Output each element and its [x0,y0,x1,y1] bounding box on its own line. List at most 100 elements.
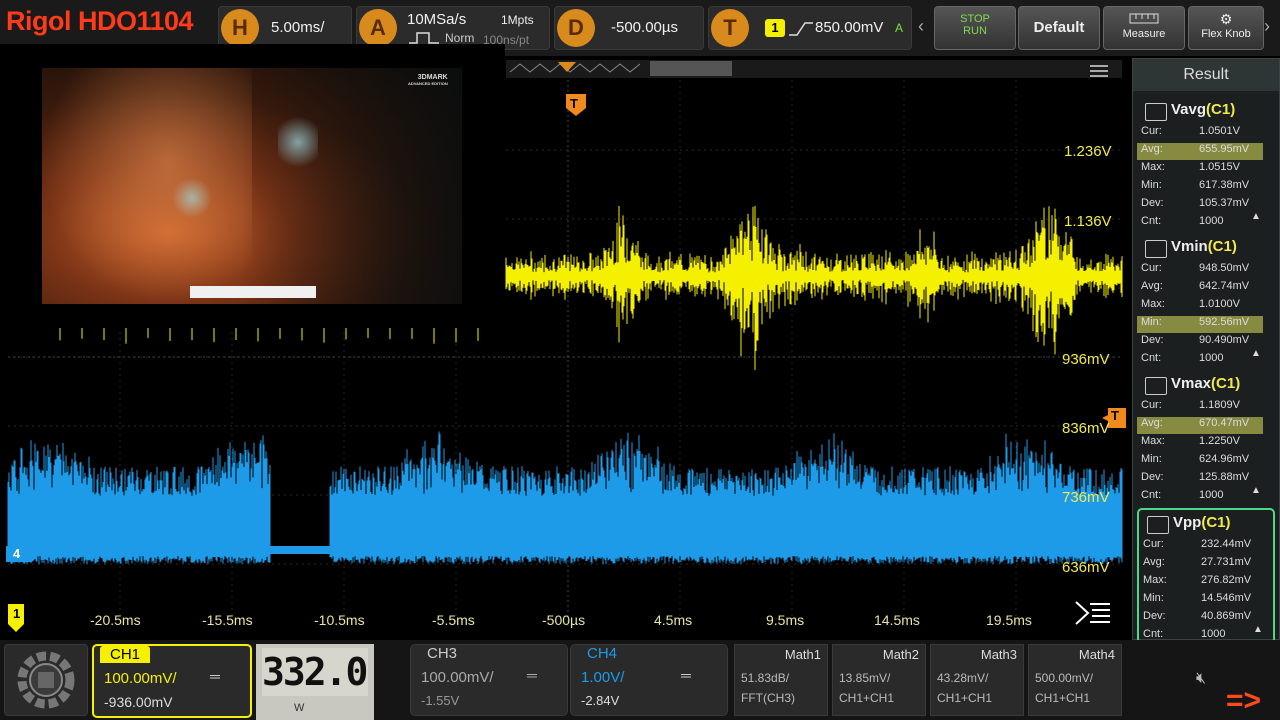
stat-value: 40.869mV [1201,610,1252,622]
expand-arrow-icon[interactable]: ▲ [1251,211,1261,222]
light-glow [278,112,318,172]
chevron-left-icon[interactable]: ‹ [918,16,924,37]
stat-value: 670.47mV [1199,417,1250,429]
math1-label: Math1 [784,647,821,662]
stat-value: 276.82mV [1201,574,1252,586]
stat-value: 232.44mV [1201,538,1252,550]
measurement-row-min: Min: 624.96mV [1137,453,1263,470]
measurement-row-cur: Cur: 232.44mV [1139,538,1265,555]
stat-label: Avg: [1141,280,1163,292]
measurement-name: Vmin(C1) [1171,238,1237,255]
math1-panel[interactable]: Math1 51.83dB/ FFT(CH3) [734,644,828,716]
stat-value: 125.88mV [1199,471,1250,483]
measure-button[interactable]: Measure [1103,6,1185,50]
measurement-row-min: Min: 14.546mV [1139,592,1265,609]
time-label: 9.5ms [766,612,805,628]
flex-knob-button[interactable]: ⚙ Flex Knob [1188,6,1264,50]
scale-label: 936mV [1062,351,1110,368]
ch4-marker[interactable]: 4 [13,546,20,561]
stat-value: 1.0501V [1199,125,1240,137]
stop-label: STOP [960,13,990,25]
ch3-label: CH3 [427,645,458,662]
measurement-row-max: Max: 1.0515V [1137,161,1263,178]
math2-panel[interactable]: Math2 13.85mV/ CH1+CH1 [832,644,926,716]
measurement-row-avg: Avg: 655.95mV [1137,143,1263,160]
measurement-row-cnt: Cnt: 1000 [1137,489,1263,506]
home-button[interactable] [4,644,88,716]
measurement-vmin[interactable]: Vmin(C1) Cur: 948.50mV Avg: 642.74mV Max: 1.01… [1137,234,1271,366]
stat-label: Min: [1143,592,1164,604]
ch1-scale: 100.00mV/ [104,670,177,687]
time-label: -5.5ms [432,612,475,628]
math1-scale: 51.83dB/ [741,671,790,685]
trigger-control[interactable]: T 1 850.00mV A [708,6,912,50]
ch4-scale: 1.00V/ [581,669,625,686]
measure-type-icon [1145,377,1167,395]
stat-label: Max: [1141,161,1165,173]
measurement-type: Vmax [1171,375,1212,392]
ch1-marker[interactable]: 1 [13,606,20,621]
time-label: 14.5ms [874,612,920,628]
stat-value: 617.38mV [1199,179,1250,191]
result-title: Result [1133,59,1279,91]
h-badge: H [221,9,259,47]
chevron-right-icon[interactable]: › [1264,16,1270,37]
run-label: RUN [963,25,987,37]
measure-type-icon [1147,516,1169,534]
trigger-level-marker[interactable]: T [1111,408,1119,423]
expand-arrow-icon[interactable]: ▲ [1251,485,1261,496]
ch3-offset: -1.55V [421,693,460,708]
trigger-mode: A [895,21,904,35]
power-unit: W [294,702,305,714]
measurement-name: Vmax(C1) [1171,375,1240,392]
measurement-row-cur: Cur: 1.0501V [1137,125,1263,142]
ch1-panel[interactable]: CH1 100.00mV/ ═ -936.00mV [92,644,252,718]
stat-value: 1000 [1199,489,1224,501]
dc-coupling-icon: ═ [527,667,537,683]
zoom-toggle-icon[interactable] [1074,600,1112,626]
stat-label: Cnt: [1141,489,1162,501]
measurement-row-max: Max: 1.0100V [1137,298,1263,315]
ch4-offset: -2.84V [581,693,620,708]
measurement-row-max: Max: 276.82mV [1139,574,1265,591]
measurement-row-avg: Avg: 642.74mV [1137,280,1263,297]
default-button[interactable]: Default [1018,6,1100,50]
power-reading: 332.0 [262,648,368,696]
measure-type-icon [1145,103,1167,121]
stat-label: Dev: [1143,610,1166,622]
math3-source: CH1+CH1 [937,691,993,705]
overlay-brand: 3DMARK [417,74,448,81]
measurement-row-dev: Dev: 125.88mV [1137,471,1263,488]
stat-value: 90.490mV [1199,334,1250,346]
ch4-waveform [7,431,1123,564]
stat-label: Cur: [1143,538,1164,550]
stat-label: Min: [1141,453,1162,465]
expand-arrow-icon[interactable]: ▲ [1253,624,1263,635]
mute-icon[interactable]: 🔇︎ [1196,670,1206,688]
stat-value: 1.1809V [1199,399,1240,411]
rising-edge-icon [789,22,813,36]
measurement-vmax[interactable]: Vmax(C1) Cur: 1.1809V Avg: 670.47mV Max: 1.225… [1137,371,1271,503]
math4-source: CH1+CH1 [1035,691,1091,705]
measurement-type: Vmin [1171,238,1208,255]
measurement-vavg[interactable]: Vavg(C1) Cur: 1.0501V Avg: 655.95mV Max: 1.051… [1137,97,1271,229]
math3-panel[interactable]: Math3 43.28mV/ CH1+CH1 [930,644,1024,716]
svg-text:T: T [570,96,578,111]
ch4-panel[interactable]: CH4 1.00V/ ═ -2.84V [570,644,728,716]
d-badge: D [557,9,595,47]
delay-control[interactable]: D -500.00µs [554,6,704,50]
expand-arrow-icon[interactable]: ▲ [1251,348,1261,359]
stop-run-button[interactable]: STOP RUN [934,6,1016,50]
scale-label: 1.236V [1064,143,1112,160]
math3-label: Math3 [980,647,1017,662]
measurement-vpp[interactable]: Vpp(C1) Cur: 232.44mV Avg: 27.731mV Max: 276.8… [1137,508,1275,644]
math4-panel[interactable]: Math4 500.00mV/ CH1+CH1 [1028,644,1122,716]
next-arrow[interactable]: => [1226,684,1261,718]
ch3-panel[interactable]: CH3 100.00mV/ ═ -1.55V [410,644,568,716]
ch4-label: CH4 [587,645,618,662]
time-label: -500µs [542,612,586,628]
measurement-type: Vavg [1171,101,1207,118]
ch1-offset: -936.00mV [104,694,173,710]
measurement-row-cur: Cur: 948.50mV [1137,262,1263,279]
ruler-icon [1129,13,1159,24]
